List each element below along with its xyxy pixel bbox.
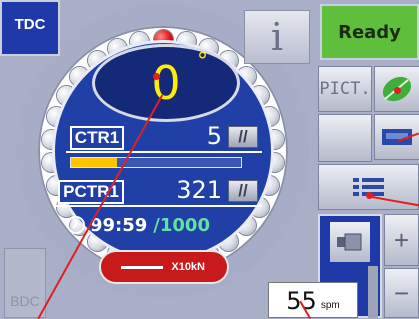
clock-icon xyxy=(67,216,85,234)
pctr1-value: 321 xyxy=(176,176,222,204)
info-button[interactable]: i xyxy=(244,10,310,64)
increase-button[interactable]: + xyxy=(384,214,419,266)
angle-display: 0 ° xyxy=(92,44,240,122)
ctr1-label[interactable]: CTR1 xyxy=(70,126,124,150)
progress-fill xyxy=(71,158,117,167)
pict-button[interactable]: PICT. xyxy=(318,66,372,112)
cylinder-button[interactable] xyxy=(330,222,370,262)
reset-icon: // xyxy=(238,127,248,146)
blank-button[interactable] xyxy=(318,114,372,162)
pctr1-label[interactable]: PCTR1 xyxy=(58,180,124,204)
reset-icon: // xyxy=(238,181,248,200)
stroke-count: /1000 xyxy=(153,214,210,236)
angle-unit: ° xyxy=(197,49,208,74)
timer-time: 99:59 xyxy=(90,214,148,236)
cylinder-icon xyxy=(337,233,362,251)
angle-value: 0 xyxy=(151,56,181,110)
divider-line xyxy=(56,205,262,207)
tdc-label: TDC xyxy=(0,0,60,56)
annotation-dot xyxy=(153,73,160,80)
decrease-button[interactable]: − xyxy=(384,268,419,318)
status-ready: Ready xyxy=(320,4,419,60)
tray-button[interactable] xyxy=(374,114,419,160)
load-label: X10kN xyxy=(171,261,205,273)
load-bar-icon xyxy=(121,266,163,269)
speed-value: 55 xyxy=(286,287,317,315)
annotation-dot xyxy=(394,87,401,94)
timer-row: 99:59 /1000 xyxy=(66,212,266,238)
ctr1-value: 5 xyxy=(206,122,222,150)
speed-unit: spm xyxy=(320,300,340,311)
speed-display: 55 spm xyxy=(268,282,358,318)
divider-line xyxy=(66,151,262,153)
annotation-dot xyxy=(366,192,373,199)
plus-icon: + xyxy=(393,224,410,255)
progress-bar xyxy=(70,157,242,168)
load-indicator: X10kN xyxy=(99,250,229,284)
pctr1-reset-button[interactable]: // xyxy=(228,180,258,202)
minus-icon: − xyxy=(393,277,410,308)
bdc-label: BDC xyxy=(4,248,46,318)
ctr1-reset-button[interactable]: // xyxy=(228,126,258,148)
slide-track xyxy=(368,266,378,318)
